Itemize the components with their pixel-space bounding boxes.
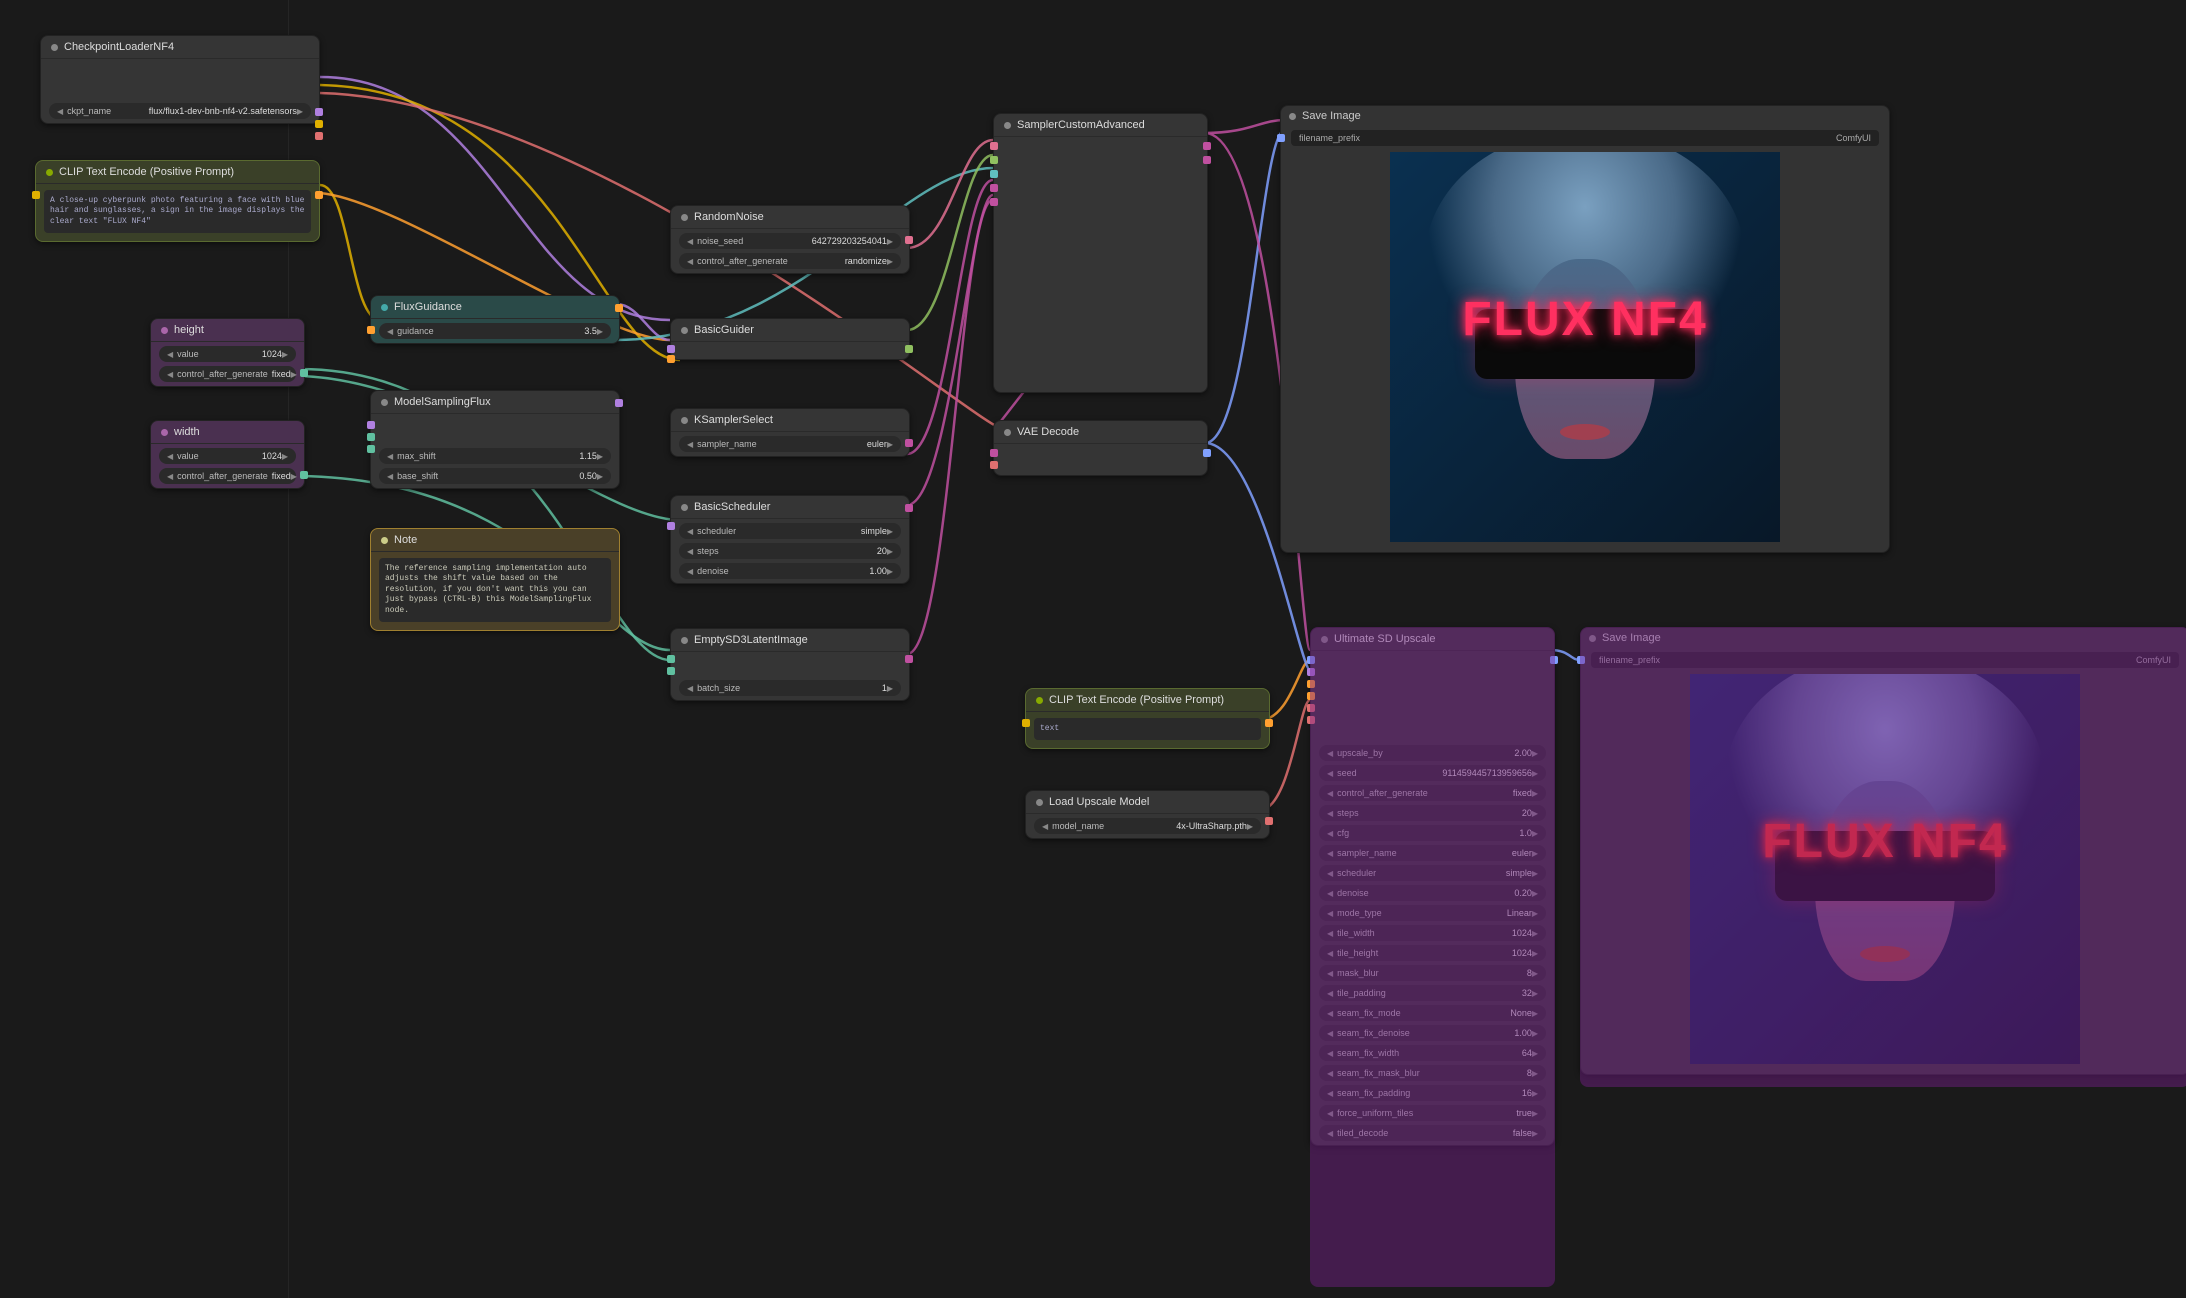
note-text: The reference sampling implementation au… <box>379 558 611 622</box>
widget-cag[interactable]: ◀control_after_generatefixed▶ <box>159 468 296 484</box>
node-title: RandomNoise <box>671 206 909 229</box>
node-empty-latent[interactable]: EmptySD3LatentImage ◀batch_size1▶ <box>670 628 910 701</box>
widget-scheduler[interactable]: ◀schedulersimple▶ <box>1319 865 1546 881</box>
widget-upscale_by[interactable]: ◀upscale_by2.00▶ <box>1319 745 1546 761</box>
node-title: Save Image <box>1281 106 1889 126</box>
node-title: BasicScheduler <box>671 496 909 519</box>
widget-force_uniform_tiles[interactable]: ◀force_uniform_tilestrue▶ <box>1319 1105 1546 1121</box>
node-title: CheckpointLoaderNF4 <box>41 36 319 59</box>
widget-filename-prefix[interactable]: filename_prefixComfyUI <box>1291 130 1879 146</box>
node-basic-scheduler[interactable]: BasicScheduler ◀schedulersimple▶ ◀steps2… <box>670 495 910 584</box>
node-title: Note <box>371 529 619 552</box>
node-title: Load Upscale Model <box>1026 791 1269 814</box>
node-title: FluxGuidance <box>371 296 619 319</box>
node-title: SamplerCustomAdvanced <box>994 114 1207 137</box>
image-preview: FLUX NF4 <box>1390 152 1780 542</box>
widget-seam_fix_mode[interactable]: ◀seam_fix_modeNone▶ <box>1319 1005 1546 1021</box>
widget-tile_width[interactable]: ◀tile_width1024▶ <box>1319 925 1546 941</box>
node-title: height <box>151 319 304 342</box>
node-save-image-2[interactable]: Save Image filename_prefixComfyUI FLUX N… <box>1580 627 2186 1075</box>
node-sampler-custom-advanced[interactable]: SamplerCustomAdvanced <box>993 113 1208 393</box>
node-vae-decode[interactable]: VAE Decode <box>993 420 1208 476</box>
widget-value[interactable]: ◀value1024▶ <box>159 448 296 464</box>
node-clip-positive-2[interactable]: CLIP Text Encode (Positive Prompt) text <box>1025 688 1270 749</box>
widget-max-shift[interactable]: ◀max_shift1.15▶ <box>379 448 611 464</box>
widget-steps[interactable]: ◀steps20▶ <box>679 543 901 559</box>
node-ksampler-select[interactable]: KSamplerSelect ◀sampler_nameeuler▶ <box>670 408 910 457</box>
widget-cag[interactable]: ◀control_after_generatefixed▶ <box>159 366 296 382</box>
node-title: BasicGuider <box>671 319 909 342</box>
node-title: Ultimate SD Upscale <box>1311 628 1554 651</box>
widget-scheduler[interactable]: ◀schedulersimple▶ <box>679 523 901 539</box>
node-random-noise[interactable]: RandomNoise ◀noise_seed642729203254041▶ … <box>670 205 910 274</box>
widget-value[interactable]: ◀value1024▶ <box>159 346 296 362</box>
widget-mode_type[interactable]: ◀mode_typeLinear▶ <box>1319 905 1546 921</box>
node-load-upscale[interactable]: Load Upscale Model ◀model_name4x-UltraSh… <box>1025 790 1270 839</box>
widget-seam_fix_mask_blur[interactable]: ◀seam_fix_mask_blur8▶ <box>1319 1065 1546 1081</box>
node-basic-guider[interactable]: BasicGuider <box>670 318 910 360</box>
node-title: Save Image <box>1581 628 2186 648</box>
node-title: ModelSamplingFlux <box>371 391 619 414</box>
neon-text: FLUX NF4 <box>1410 292 1760 347</box>
node-ultimate-sd-upscale[interactable]: Ultimate SD Upscale ◀upscale_by2.00▶ ◀see… <box>1310 627 1555 1146</box>
node-flux-guidance[interactable]: FluxGuidance ◀guidance3.5▶ <box>370 295 620 344</box>
chevron-right-icon: ▶ <box>297 107 303 116</box>
widget-cag[interactable]: ◀control_after_generaterandomize▶ <box>679 253 901 269</box>
node-title: EmptySD3LatentImage <box>671 629 909 652</box>
widget-model-name[interactable]: ◀model_name4x-UltraSharp.pth▶ <box>1034 818 1261 834</box>
widget-sampler_name[interactable]: ◀sampler_nameeuler▶ <box>1319 845 1546 861</box>
node-title: width <box>151 421 304 444</box>
widget-seam_fix_width[interactable]: ◀seam_fix_width64▶ <box>1319 1045 1546 1061</box>
widget-base-shift[interactable]: ◀base_shift0.50▶ <box>379 468 611 484</box>
node-width[interactable]: width ◀value1024▶ ◀control_after_generat… <box>150 420 305 489</box>
widget-control_after_generate[interactable]: ◀control_after_generatefixed▶ <box>1319 785 1546 801</box>
widget-seed[interactable]: ◀noise_seed642729203254041▶ <box>679 233 901 249</box>
widget-batch-size[interactable]: ◀batch_size1▶ <box>679 680 901 696</box>
node-height[interactable]: height ◀value1024▶ ◀control_after_genera… <box>150 318 305 387</box>
widget-guidance[interactable]: ◀guidance3.5▶ <box>379 323 611 339</box>
node-model-sampling-flux[interactable]: ModelSamplingFlux ◀max_shift1.15▶ ◀base_… <box>370 390 620 489</box>
node-title: CLIP Text Encode (Positive Prompt) <box>36 161 319 184</box>
widget-tiled_decode[interactable]: ◀tiled_decodefalse▶ <box>1319 1125 1546 1141</box>
widget-denoise[interactable]: ◀denoise0.20▶ <box>1319 885 1546 901</box>
widget-steps[interactable]: ◀steps20▶ <box>1319 805 1546 821</box>
widget-seed[interactable]: ◀seed911459445713959656▶ <box>1319 765 1546 781</box>
prompt-text[interactable]: text <box>1034 718 1261 740</box>
widget-filename-prefix[interactable]: filename_prefixComfyUI <box>1591 652 2179 668</box>
widget-denoise[interactable]: ◀denoise1.00▶ <box>679 563 901 579</box>
image-preview: FLUX NF4 <box>1690 674 2080 1064</box>
node-checkpoint-loader[interactable]: CheckpointLoaderNF4 ◀ ckpt_name flux/flu… <box>40 35 320 124</box>
widget-ckpt-name[interactable]: ◀ ckpt_name flux/flux1-dev-bnb-nf4-v2.sa… <box>49 103 311 119</box>
node-clip-positive[interactable]: CLIP Text Encode (Positive Prompt) A clo… <box>35 160 320 242</box>
widget-cfg[interactable]: ◀cfg1.0▶ <box>1319 825 1546 841</box>
node-note[interactable]: Note The reference sampling implementati… <box>370 528 620 631</box>
neon-text: FLUX NF4 <box>1710 814 2060 869</box>
widget-tile_height[interactable]: ◀tile_height1024▶ <box>1319 945 1546 961</box>
node-save-image[interactable]: Save Image filename_prefixComfyUI FLUX N… <box>1280 105 1890 553</box>
node-title: CLIP Text Encode (Positive Prompt) <box>1026 689 1269 712</box>
widget-sampler[interactable]: ◀sampler_nameeuler▶ <box>679 436 901 452</box>
node-title: KSamplerSelect <box>671 409 909 432</box>
widget-tile_padding[interactable]: ◀tile_padding32▶ <box>1319 985 1546 1001</box>
prompt-text[interactable]: A close-up cyberpunk photo featuring a f… <box>44 190 311 233</box>
widget-seam_fix_denoise[interactable]: ◀seam_fix_denoise1.00▶ <box>1319 1025 1546 1041</box>
widget-seam_fix_padding[interactable]: ◀seam_fix_padding16▶ <box>1319 1085 1546 1101</box>
node-title: VAE Decode <box>994 421 1207 444</box>
widget-mask_blur[interactable]: ◀mask_blur8▶ <box>1319 965 1546 981</box>
